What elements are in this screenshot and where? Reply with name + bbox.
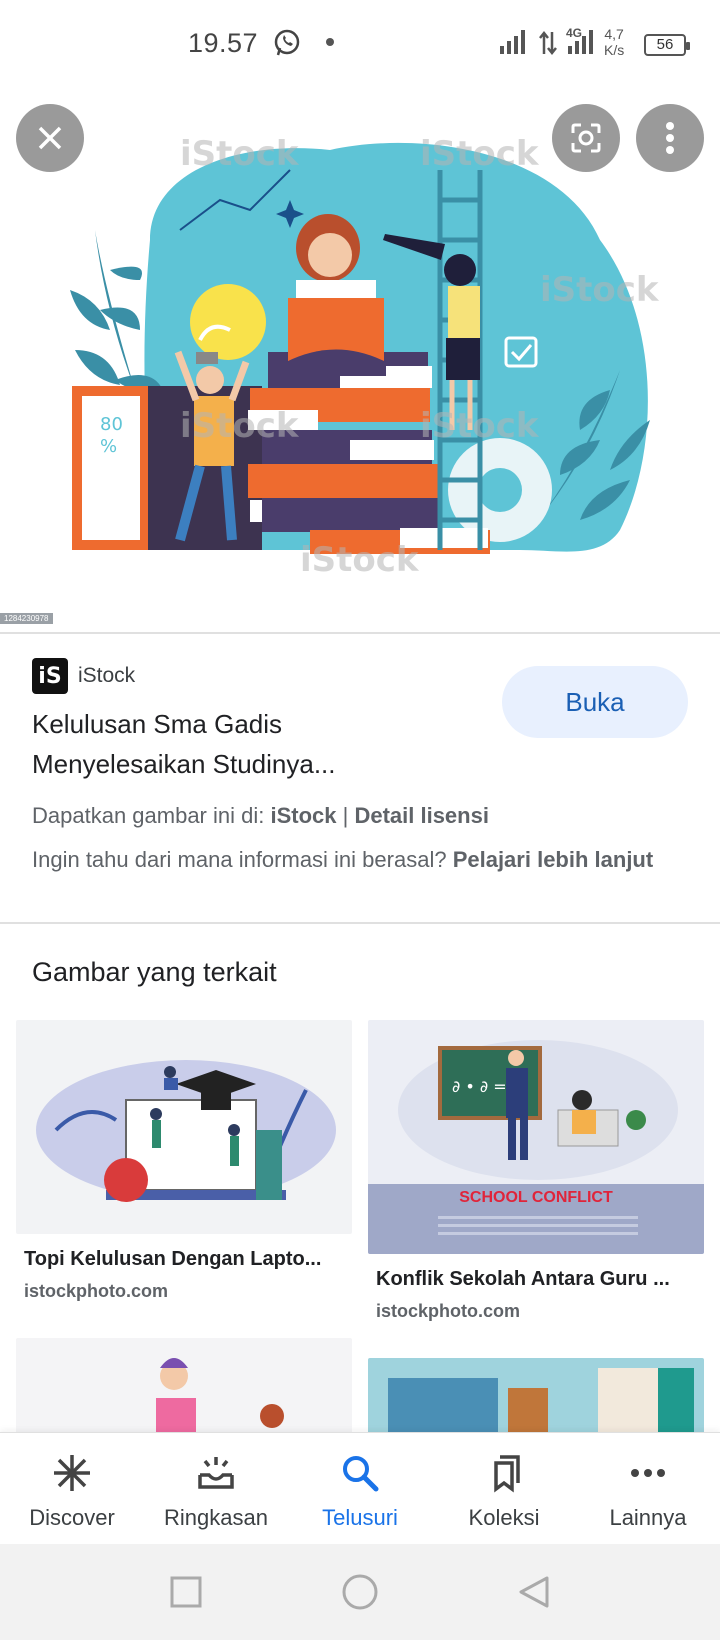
- related-card-title: Konflik Sekolah Antara Guru ...: [376, 1268, 670, 1290]
- divider: [0, 632, 720, 634]
- nav-label: Lainnya: [609, 1505, 687, 1530]
- related-card-source: istockphoto.com: [376, 1301, 521, 1321]
- watermark: iStock: [180, 406, 299, 446]
- divider: [0, 922, 720, 924]
- watermark: iStock: [180, 134, 299, 174]
- more-horiz-icon: [631, 1469, 665, 1477]
- status-time: 19.57: [188, 28, 259, 58]
- related-card[interactable]: [16, 1338, 352, 1438]
- related-card-image: [16, 1020, 352, 1234]
- whatsapp-icon: [274, 29, 300, 56]
- signal-icon: [500, 26, 525, 54]
- nav-discover[interactable]: Discover: [0, 1433, 144, 1544]
- system-nav: [0, 1544, 720, 1640]
- bookmarks-icon: [494, 1455, 520, 1493]
- notification-dot: [326, 38, 334, 46]
- image-id: 1284230978: [0, 613, 53, 624]
- related-illustration-4: [388, 1368, 694, 1438]
- learn-more-link[interactable]: Pelajari lebih lanjut: [453, 847, 654, 872]
- source-logo: iS: [32, 658, 68, 694]
- lens-button[interactable]: [552, 104, 620, 172]
- battery-icon: 56: [644, 34, 690, 56]
- nav-search[interactable]: Telusuri: [288, 1433, 432, 1544]
- svg-text:∂ • ∂ =: ∂ • ∂ =: [452, 1077, 507, 1096]
- search-icon: [343, 1456, 379, 1492]
- hero-image[interactable]: 80 % iStock iStock iStock iStock iStock …: [0, 90, 720, 632]
- nav-collections[interactable]: Koleksi: [432, 1433, 576, 1544]
- nav-label: Koleksi: [468, 1505, 540, 1530]
- network-rate: 4,7 K/s: [604, 26, 624, 58]
- related-card-image: [16, 1338, 352, 1438]
- related-card-image: ∂ • ∂ = SCHOOL CONFLICT: [368, 1020, 704, 1254]
- watermark: iStock: [420, 134, 539, 174]
- lens-icon: [571, 123, 601, 153]
- source-name: iStock: [78, 664, 136, 687]
- asterisk-icon: [54, 1455, 90, 1491]
- recents-icon[interactable]: [169, 1575, 203, 1609]
- license-source-link[interactable]: iStock: [270, 803, 336, 828]
- more-button[interactable]: [636, 104, 704, 172]
- related-card[interactable]: Topi Kelulusan Dengan Lapto... istockpho…: [16, 1020, 352, 1302]
- network-rate-unit: K/s: [604, 42, 625, 58]
- data-transfer-icon: [539, 30, 557, 56]
- svg-text:80: 80: [100, 414, 123, 435]
- close-icon: [38, 126, 62, 150]
- related-card-source: istockphoto.com: [24, 1281, 169, 1301]
- related-illustration-2: ∂ • ∂ = SCHOOL CONFLICT: [368, 1040, 704, 1254]
- network-rate-value: 4,7: [604, 26, 624, 42]
- related-card[interactable]: ∂ • ∂ = SCHOOL CONFLICT Konflik Sekolah …: [368, 1020, 704, 1322]
- status-bar: 19.57 4G 4,7 K/s 56: [0, 0, 720, 90]
- related-illustration-1: [36, 1060, 336, 1202]
- nav-label: Discover: [29, 1505, 115, 1530]
- watermark: iStock: [540, 270, 659, 310]
- school-conflict-banner: SCHOOL CONFLICT: [459, 1189, 613, 1206]
- nav-label: Telusuri: [322, 1505, 398, 1530]
- learn-line: Ingin tahu dari mana informasi ini beras…: [32, 843, 682, 876]
- source-row[interactable]: iS iStock: [32, 658, 135, 694]
- back-icon[interactable]: [517, 1575, 551, 1609]
- learn-prefix: Ingin tahu dari mana informasi ini beras…: [32, 847, 453, 872]
- nav-more[interactable]: Lainnya: [576, 1433, 720, 1544]
- related-card-image: [368, 1358, 704, 1438]
- svg-text:%: %: [100, 436, 117, 457]
- license-prefix: Dapatkan gambar ini di:: [32, 803, 271, 828]
- license-separator: |: [336, 803, 355, 828]
- related-illustration-3: [156, 1358, 284, 1438]
- result-title[interactable]: Kelulusan Sma Gadis Menyelesaikan Studin…: [32, 704, 452, 784]
- summary-icon: [198, 1457, 234, 1489]
- home-icon[interactable]: [341, 1573, 379, 1611]
- nav-summary[interactable]: Ringkasan: [144, 1433, 288, 1544]
- nav-label: Ringkasan: [164, 1505, 268, 1530]
- related-card-title: Topi Kelulusan Dengan Lapto...: [24, 1248, 322, 1270]
- license-details-link[interactable]: Detail lisensi: [354, 803, 489, 828]
- close-button[interactable]: [16, 104, 84, 172]
- more-vert-icon: [666, 122, 674, 154]
- watermark: iStock: [420, 406, 539, 446]
- open-button[interactable]: Buka: [502, 666, 688, 738]
- related-card[interactable]: [368, 1358, 704, 1438]
- bottom-nav: Discover Ringkasan Telusuri Koleksi Lain…: [0, 1432, 720, 1544]
- related-heading: Gambar yang terkait: [32, 957, 277, 987]
- license-line: Dapatkan gambar ini di: iStock | Detail …: [32, 803, 489, 829]
- watermark: iStock: [300, 540, 419, 580]
- signal-icon-2: [568, 26, 593, 54]
